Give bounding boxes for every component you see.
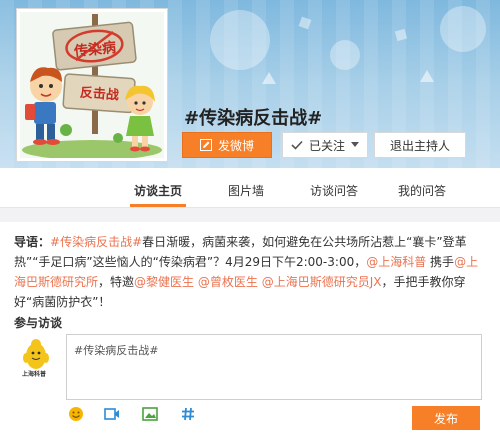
mention-link[interactable]: @上海巴斯德研究员JX [262,275,382,289]
active-tab-indicator [130,204,186,207]
participate-title: 参与访谈 [14,316,63,330]
post-weibo-label: 发微博 [217,138,254,153]
video-icon[interactable] [104,406,120,422]
banner-decoration [262,72,276,84]
topic-logo-text-bottom: 反击战 [79,85,120,104]
publish-button[interactable]: 发布 [412,406,480,430]
tab-interview-qa[interactable]: 访谈问答 [310,182,358,199]
intro-text-part: ，特邀 [98,275,135,289]
intro-hashtag-link[interactable]: #传染病反击战# [50,235,142,249]
mention-link[interactable]: @曾枚医生 [198,275,258,289]
image-icon[interactable] [142,406,158,422]
mention-link[interactable]: @黎健医生 [134,275,194,289]
topic-logo-art: 传染病 反击战 [20,12,164,158]
tab-interview-home[interactable]: 访谈主页 [134,182,182,199]
intro-text: 导语：#传染病反击战#春日渐暖，病菌来袭，如何避免在公共场所沾惹上“襄卡”登革热… [14,232,490,312]
intro-lead: 导语： [14,235,51,249]
follow-status-button[interactable]: 已关注 [282,132,368,158]
emoji-icon[interactable] [68,406,84,422]
follow-status-label: 已关注 [308,138,345,153]
exit-host-button[interactable]: 退出主持人 [374,132,466,158]
banner-decoration [210,10,270,70]
hashtag-icon[interactable] [180,406,196,422]
tab-photo-wall[interactable]: 图片墙 [228,182,264,199]
post-weibo-button[interactable]: 发微博 [182,132,272,158]
banner-decoration [420,70,434,82]
compose-input[interactable] [66,334,482,400]
section-divider [0,208,500,222]
check-icon [291,140,303,150]
banner-decoration [330,40,360,70]
banner-decoration [440,6,486,52]
topic-logo: 传染病 反击战 [16,8,168,162]
topic-tabs: 访谈主页 图片墙 访谈问答 我的问答 [0,168,500,208]
avatar-caption: 上海科普 [22,371,47,378]
mention-link[interactable]: @上海科普 [366,255,426,269]
tab-my-qa[interactable]: 我的问答 [398,182,446,199]
intro-text-part: 携手 [426,255,455,269]
exit-host-label: 退出主持人 [389,138,450,153]
topic-banner: 传染病 反击战 #传染病反击战# 发微博 已关注 退出主持人 [0,0,500,168]
avatar[interactable]: 上海科普 [16,336,58,378]
chevron-down-icon [351,142,359,148]
topic-title: #传染病反击战# [184,108,323,129]
edit-icon [199,139,212,151]
